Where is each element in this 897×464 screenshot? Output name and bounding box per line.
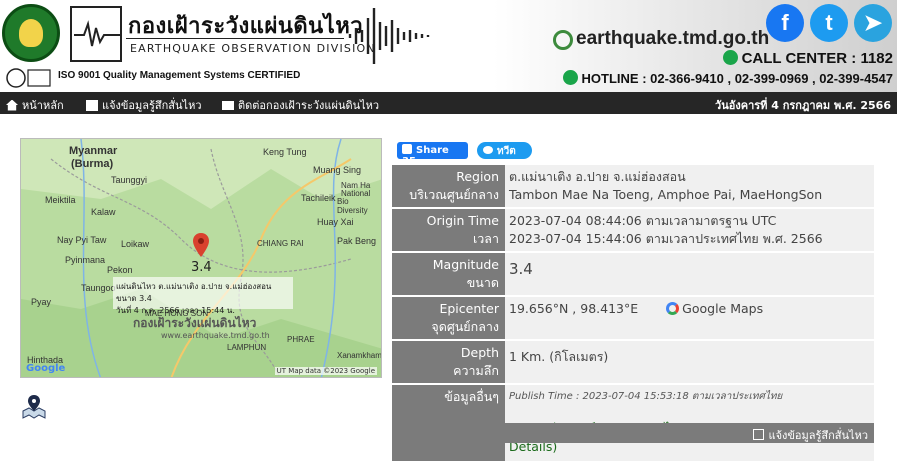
facebook-share-button[interactable]: Share 35 [397, 142, 468, 167]
envelope-icon [222, 100, 234, 110]
map-copyright[interactable]: UT Map data ©2023 Google [274, 367, 377, 375]
map-label: Pyay [31, 297, 52, 307]
division-title-english: EARTHQUAKE OBSERVATION DIVISION [130, 42, 376, 55]
publish-time: Publish Time : 2023-07-04 15:53:18 ตามเว… [509, 391, 783, 402]
map-label: Bio Diversity [337, 197, 368, 215]
map-label: LAMPHUN [227, 343, 267, 352]
map-info-popup: แผ่นดินไหว ต.แม่นาเติง อ.ปาย จ.แม่ฮ่องสอ… [113, 277, 293, 315]
map-label: Loikaw [121, 239, 150, 249]
detail-value: 2023-07-04 08:44:06 ตามเวลามาตรฐาน UTC 20… [505, 209, 874, 251]
map-label: Tachileik [301, 193, 336, 203]
detail-value: 1 Km. (กิโลเมตร) [505, 341, 874, 383]
nav-contact[interactable]: ติดต่อกองเฝ้าระวังแผ่นดินไหว [222, 96, 379, 114]
map-location-icon[interactable] [21, 395, 47, 419]
seismograph-logo [70, 6, 122, 62]
google-maps-link[interactable]: Google Maps [666, 301, 763, 316]
google-icon [666, 302, 680, 315]
nav-report-felt[interactable]: แจ้งข้อมูลรู้สึกสั่นไหว [86, 96, 202, 114]
iso-certification-logo [6, 68, 51, 88]
map-label: Kalaw [91, 207, 116, 217]
map-label: Taunggyi [111, 175, 148, 185]
map-magnitude-label: 3.4 [191, 260, 212, 275]
telegram-icon[interactable]: ➤ [854, 4, 892, 42]
google-logo: Google [26, 363, 66, 374]
title-divider [126, 38, 344, 39]
tweet-button[interactable]: ทวีต [477, 142, 532, 159]
detail-value: 3.4 [505, 253, 874, 295]
detail-value: 19.656°N , 98.413°E Google Maps [505, 297, 874, 339]
detail-label: Depth ความลึก [392, 341, 505, 383]
map-label: (Burma) [71, 158, 114, 170]
detail-label: Epicenter จุดศูนย์กลาง [392, 297, 505, 339]
epicenter-map[interactable]: Myanmar (Burma) Keng Tung Tachileik Muan… [20, 138, 382, 378]
map-label: Xanamkham [337, 351, 382, 360]
detail-row-region: Region บริเวณศูนย์กลาง ต.แม่นาเติง อ.ปาย … [392, 165, 874, 207]
map-watermark-url: www.earthquake.tmd.go.th [161, 331, 270, 340]
twitter-icon [483, 146, 493, 154]
map-label: Muang Sing [313, 165, 362, 175]
map-label: Huay Xai [317, 217, 354, 227]
detail-value: ต.แม่นาเติง อ.ปาย จ.แม่ฮ่องสอน Tambon Mae… [505, 165, 874, 207]
report-felt-footer-link[interactable]: แจ้งข้อมูลรู้สึกสั่นไหว [392, 423, 874, 443]
map-label: Pekon [107, 265, 133, 275]
site-url[interactable]: earthquake.tmd.go.th [576, 28, 769, 50]
map-label: Pyinmana [65, 255, 106, 265]
map-label: Nay Pyi Taw [57, 235, 107, 245]
tmd-seal-logo [2, 4, 60, 62]
home-icon [6, 99, 18, 111]
iso-certification-text: ISO 9001 Quality Management Systems CERT… [58, 70, 301, 81]
hotline: HOTLINE : 02-366-9410 , 02-399-0969 , 02… [562, 70, 893, 86]
map-label: PHRAE [287, 335, 315, 344]
facebook-icon [402, 144, 412, 154]
map-label: Myanmar [69, 145, 118, 157]
map-label: Meiktila [45, 195, 76, 205]
nav-home[interactable]: หน้าหลัก [6, 96, 64, 114]
site-header: กองเฝ้าระวังแผ่นดินไหว EARTHQUAKE OBSERV… [0, 0, 897, 92]
map-label: CHIANG RAI [257, 239, 304, 248]
edit-icon [752, 429, 764, 440]
current-date: วันอังคารที่ 4 กรกฎาคม พ.ศ. 2566 [715, 99, 891, 112]
globe-icon [553, 30, 573, 50]
map-label: Pak Beng [337, 236, 377, 246]
epicenter-pin-icon[interactable] [193, 233, 209, 257]
twitter-icon[interactable]: t [810, 4, 848, 42]
nav-bar: หน้าหลัก แจ้งข้อมูลรู้สึกสั่นไหว ติดต่อก… [0, 92, 897, 114]
map-label: Keng Tung [263, 147, 307, 157]
detail-label: Origin Time เวลา [392, 209, 505, 251]
detail-row-epicenter: Epicenter จุดศูนย์กลาง 19.656°N , 98.413°… [392, 297, 874, 339]
detail-label: Region บริเวณศูนย์กลาง [392, 165, 505, 207]
phone-icon [562, 70, 578, 85]
detail-row-origin-time: Origin Time เวลา 2023-07-04 08:44:06 ตามเ… [392, 209, 874, 251]
detail-row-depth: Depth ความลึก 1 Km. (กิโลเมตร) [392, 341, 874, 383]
seismic-wave-graphic [348, 8, 430, 64]
phone-icon [722, 50, 738, 65]
map-label: Taungoo [81, 283, 116, 293]
call-center: CALL CENTER : 1182 [722, 50, 893, 67]
detail-row-magnitude: Magnitude ขนาด 3.4 [392, 253, 874, 295]
facebook-icon[interactable]: f [766, 4, 804, 42]
edit-icon [86, 99, 98, 111]
earthquake-details-table: Region บริเวณศูนย์กลาง ต.แม่นาเติง อ.ปาย … [392, 163, 874, 463]
detail-label: Magnitude ขนาด [392, 253, 505, 295]
